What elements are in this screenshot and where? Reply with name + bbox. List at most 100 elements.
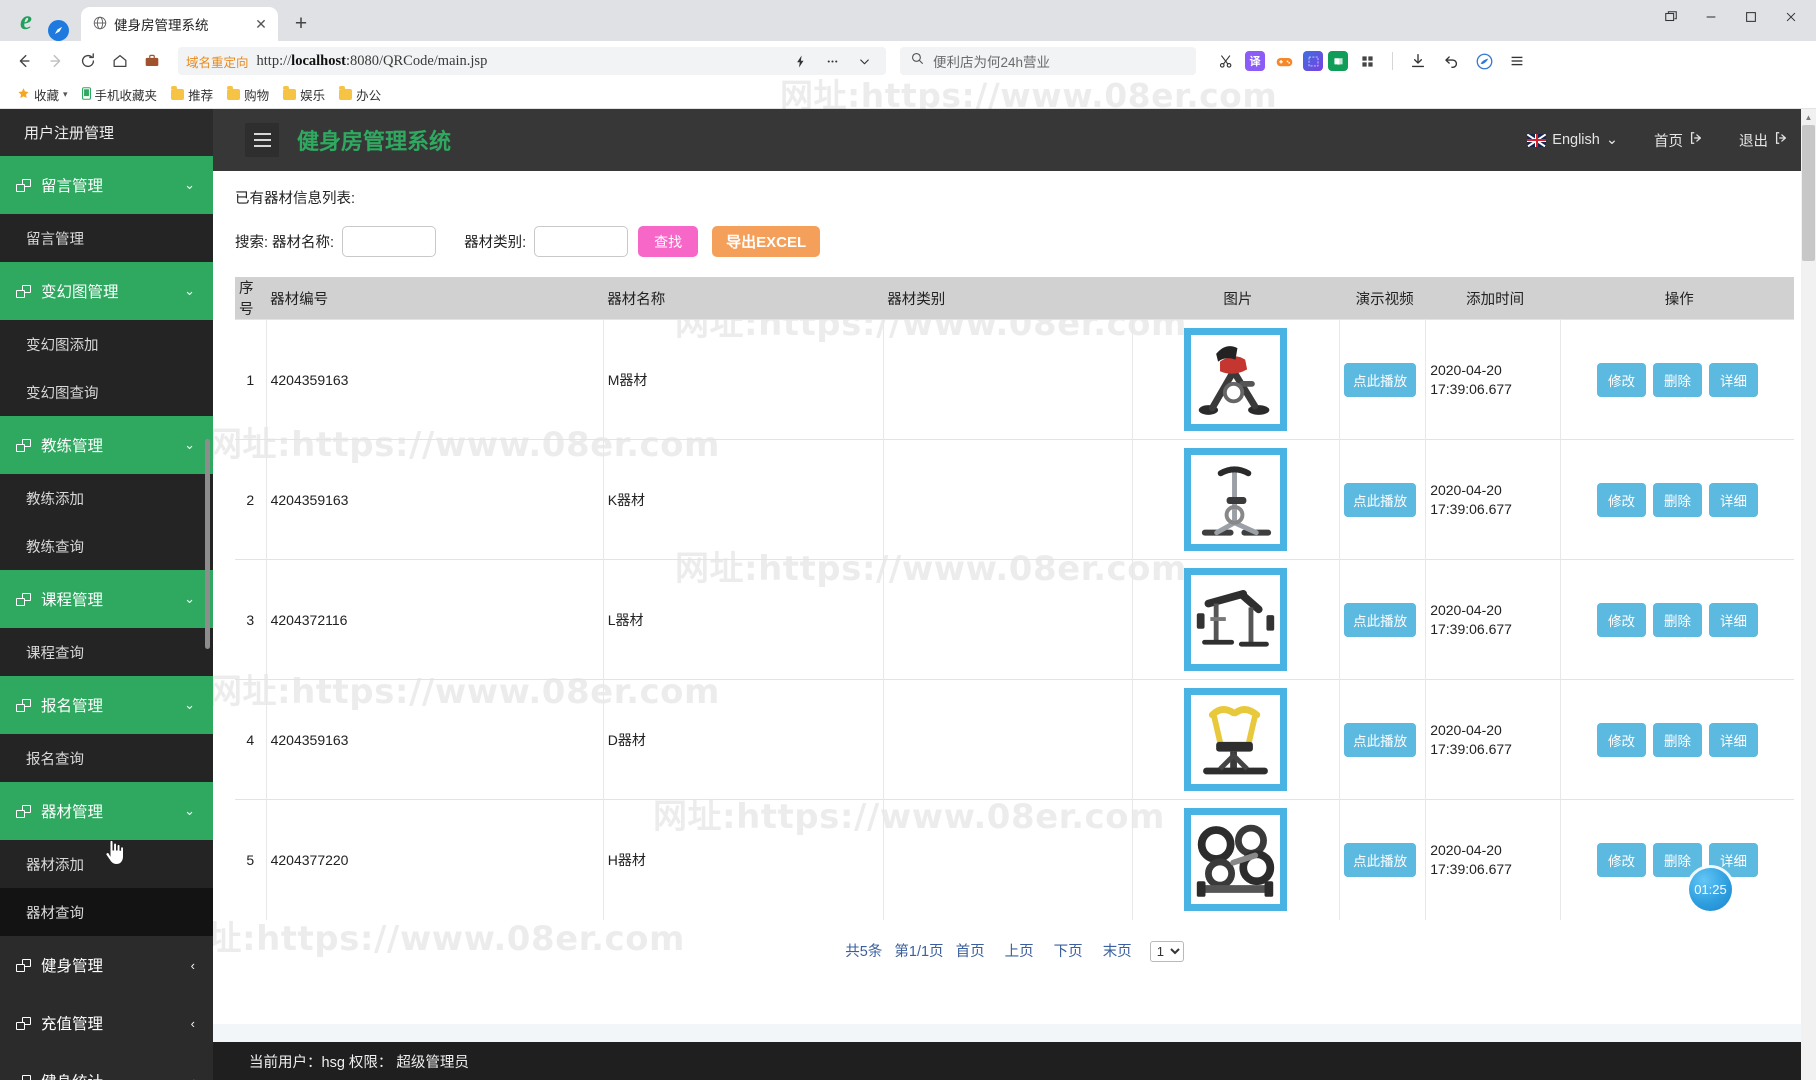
maximize-icon[interactable] — [1734, 4, 1768, 30]
scroll-up-icon[interactable]: ▲ — [1801, 109, 1816, 125]
forward-icon[interactable] — [42, 47, 70, 75]
sidebar-group-fitness[interactable]: 健身管理 ‹ — [0, 936, 213, 994]
edit-button[interactable]: 修改 — [1597, 722, 1647, 757]
briefcase-icon[interactable] — [138, 47, 166, 75]
bookmark-favorites[interactable]: 收藏 ▾ — [12, 83, 73, 106]
sidebar-item-message-manage[interactable]: 留言管理 — [0, 214, 213, 262]
sidebar-item-coach-add[interactable]: 教练添加 — [0, 474, 213, 522]
delete-button[interactable]: 删除 — [1653, 842, 1703, 877]
back-icon[interactable] — [10, 47, 38, 75]
restore-icon[interactable] — [1654, 4, 1688, 30]
sidebar-group-label: 器材管理 — [41, 804, 104, 821]
sidebar-group-label: 健身统计 — [41, 1070, 103, 1080]
sidebar-group-carousel[interactable]: 变幻图管理 ⌄ — [0, 262, 213, 320]
book-icon[interactable] — [1328, 51, 1348, 71]
play-video-button[interactable]: 点此播放 — [1344, 602, 1417, 637]
page-scrollbar[interactable]: ▲ — [1801, 109, 1816, 1080]
sidebar-item-carousel-query[interactable]: 变幻图查询 — [0, 368, 213, 416]
edit-button[interactable]: 修改 — [1597, 362, 1647, 397]
next-page-link[interactable]: 下页 — [1054, 944, 1083, 960]
cell-time: 2020-04-20 17:39:06.677 — [1425, 679, 1562, 800]
tab-title: 健身房管理系统 — [114, 18, 209, 33]
detail-button[interactable]: 详细 — [1709, 602, 1759, 637]
sidebar-group-course[interactable]: 课程管理 ⌄ — [0, 570, 213, 628]
home-link[interactable]: 首页 — [1654, 130, 1703, 151]
edit-button[interactable]: 修改 — [1597, 842, 1647, 877]
bookmark-recommend[interactable]: 推荐 — [166, 83, 218, 106]
bookmark-mobile-favorites[interactable]: 手机收藏夹 — [77, 83, 163, 106]
new-tab-button[interactable]: + — [286, 9, 316, 39]
play-video-button[interactable]: 点此播放 — [1344, 482, 1417, 517]
menu-icon[interactable] — [1503, 47, 1531, 75]
timer-badge[interactable]: 01:25 — [1689, 868, 1732, 911]
find-button[interactable]: 查找 — [638, 226, 699, 257]
chevron-down-icon: ⌄ — [184, 697, 195, 712]
bookmark-office[interactable]: 办公 — [334, 83, 386, 106]
chevron-down-icon[interactable]: ▾ — [63, 89, 68, 100]
first-page-link[interactable]: 首页 — [956, 944, 985, 960]
language-switcher[interactable]: English ⌄ — [1527, 132, 1618, 148]
more-options-icon[interactable] — [818, 47, 846, 75]
address-bar[interactable]: 域名重定向 http://localhost:8080/QRCode/main.… — [178, 47, 886, 75]
account-icon[interactable] — [1470, 47, 1498, 75]
delete-button[interactable]: 删除 — [1653, 482, 1703, 517]
home-icon[interactable] — [106, 47, 134, 75]
hamburger-icon[interactable] — [245, 123, 279, 157]
sidebar-item-enroll-query[interactable]: 报名查询 — [0, 734, 213, 782]
cell-time-clock: 17:39:06.677 — [1430, 620, 1512, 637]
logout-link[interactable]: 退出 — [1739, 130, 1788, 151]
play-video-button[interactable]: 点此播放 — [1344, 722, 1417, 757]
minimize-icon[interactable] — [1694, 4, 1728, 30]
translate-icon[interactable]: 译 — [1245, 51, 1265, 71]
cell-type — [883, 799, 1133, 920]
navigator-icon[interactable] — [48, 20, 69, 41]
detail-button[interactable]: 详细 — [1709, 362, 1759, 397]
sidebar-scrollbar[interactable] — [205, 439, 210, 649]
delete-button[interactable]: 删除 — [1653, 362, 1703, 397]
sidebar-item-coach-query[interactable]: 教练查询 — [0, 522, 213, 570]
export-excel-button[interactable]: 导出EXCEL — [712, 226, 821, 257]
screenshot-icon[interactable] — [1303, 51, 1323, 71]
close-icon[interactable]: ✕ — [252, 15, 270, 33]
edit-button[interactable]: 修改 — [1597, 602, 1647, 637]
sidebar-group-statistics[interactable]: 健身统计 ‹ — [0, 1052, 213, 1080]
equipment-type-input[interactable] — [534, 226, 629, 257]
app-header: 健身房管理系统 English ⌄ 首页 退出 — [213, 109, 1816, 171]
last-page-link[interactable]: 末页 — [1103, 944, 1132, 960]
delete-button[interactable]: 删除 — [1653, 722, 1703, 757]
scrollbar-thumb[interactable] — [1802, 125, 1815, 261]
lightning-icon[interactable] — [786, 47, 814, 75]
page-viewport: 用户注册管理 留言管理 ⌄ 留言管理 变幻图管理 ⌄ 变幻图添加 变幻图查询 教… — [0, 109, 1816, 1080]
delete-button[interactable]: 删除 — [1653, 602, 1703, 637]
search-input[interactable]: 便利店为何24h营业 — [900, 47, 1196, 75]
detail-button[interactable]: 详细 — [1709, 722, 1759, 757]
reload-icon[interactable] — [74, 47, 102, 75]
sidebar-item-course-query[interactable]: 课程查询 — [0, 628, 213, 676]
play-video-button[interactable]: 点此播放 — [1344, 842, 1417, 877]
bookmark-label: 推荐 — [188, 89, 214, 103]
apps-grid-icon[interactable] — [1353, 47, 1381, 75]
sidebar-group-equipment[interactable]: 器材管理 ⌄ — [0, 782, 213, 840]
chevron-down-icon[interactable] — [850, 47, 878, 75]
detail-button[interactable]: 详细 — [1709, 482, 1759, 517]
sidebar-group-recharge[interactable]: 充值管理 ‹ — [0, 994, 213, 1052]
equipment-name-input[interactable] — [342, 226, 437, 257]
sidebar-group-messages[interactable]: 留言管理 ⌄ — [0, 156, 213, 214]
download-icon[interactable] — [1404, 47, 1432, 75]
sidebar-item-carousel-add[interactable]: 变幻图添加 — [0, 320, 213, 368]
undo-icon[interactable] — [1437, 47, 1465, 75]
close-icon[interactable] — [1774, 4, 1808, 30]
page-select[interactable]: 1 — [1149, 940, 1184, 962]
game-icon[interactable] — [1270, 47, 1298, 75]
bookmark-entertainment[interactable]: 娱乐 — [278, 83, 330, 106]
bookmark-shopping[interactable]: 购物 — [222, 83, 274, 106]
scissors-icon[interactable] — [1212, 47, 1240, 75]
edit-button[interactable]: 修改 — [1597, 482, 1647, 517]
sidebar-item-equipment-query[interactable]: 器材查询 — [0, 888, 213, 936]
sidebar-group-enroll[interactable]: 报名管理 ⌄ — [0, 676, 213, 734]
play-video-button[interactable]: 点此播放 — [1344, 362, 1417, 397]
sidebar-group-coach[interactable]: 教练管理 ⌄ — [0, 416, 213, 474]
browser-tab[interactable]: 健身房管理系统 ✕ — [81, 7, 278, 41]
prev-page-link[interactable]: 上页 — [1005, 944, 1034, 960]
sidebar-item-user-register[interactable]: 用户注册管理 — [0, 109, 213, 156]
